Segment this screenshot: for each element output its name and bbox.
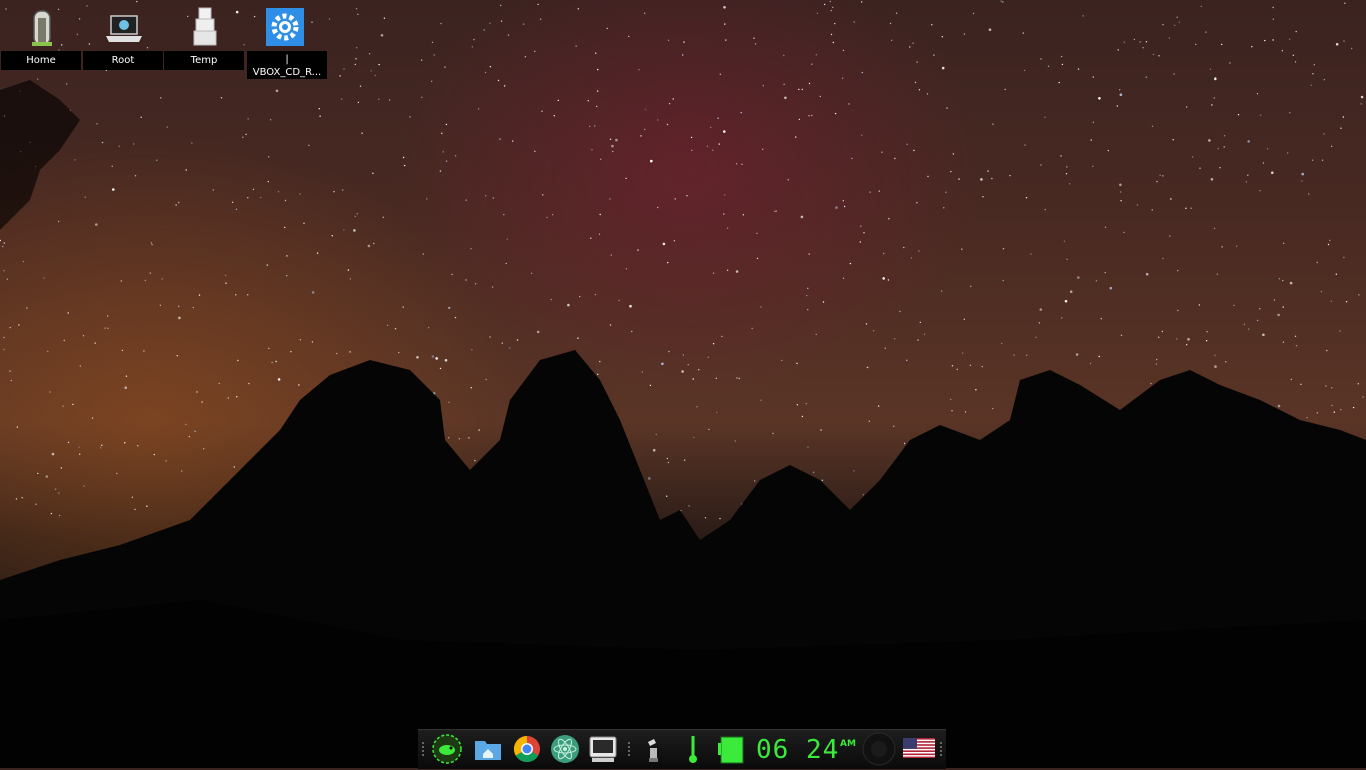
usb-plug-icon	[648, 739, 658, 762]
files-launcher[interactable]	[473, 734, 503, 764]
gear-settings-icon	[266, 8, 304, 46]
desktop-icon-label: Home	[1, 51, 81, 70]
stacked-boxes-icon	[193, 7, 217, 46]
editor-launcher[interactable]	[550, 734, 580, 764]
opensuse-chameleon-icon	[432, 734, 462, 764]
wallpaper-tree-silhouette	[0, 80, 1366, 768]
temperature-tray[interactable]	[678, 734, 708, 764]
desktop-icon-vbox-cd[interactable]: | VBOX_CD_R...	[247, 0, 327, 79]
home-folder-icon	[475, 741, 501, 760]
clock-time[interactable]: 06 24	[756, 733, 839, 767]
terminal-launcher[interactable]	[588, 734, 618, 764]
monitor-terminal-icon	[589, 736, 617, 762]
taskbar-grip-left[interactable]	[422, 742, 426, 756]
battery-tray[interactable]	[716, 734, 746, 764]
desktop-icon-label: Root	[83, 51, 163, 70]
browser-launcher[interactable]	[512, 734, 542, 764]
taskbar-grip-right[interactable]	[940, 742, 944, 756]
battery-icon	[718, 736, 744, 764]
menu-button[interactable]	[432, 734, 462, 764]
desktop-icon-label: Temp	[164, 51, 244, 70]
laptop-drive-icon	[106, 15, 142, 42]
keyboard-layout-tray[interactable]	[903, 738, 935, 758]
us-flag-icon	[903, 738, 935, 758]
speaker-knob-icon	[862, 732, 896, 766]
desktop-icon-temp[interactable]: Temp	[164, 0, 244, 72]
usb-tray-button[interactable]	[638, 734, 668, 764]
clock-ampm: AM	[840, 739, 856, 749]
desktop-icon-home[interactable]: Home	[1, 0, 81, 72]
atom-icon	[551, 735, 579, 763]
desktop-icon-root[interactable]: Root	[83, 0, 163, 72]
volume-tray[interactable]	[862, 732, 896, 766]
desktop-icon-label: | VBOX_CD_R...	[247, 51, 327, 79]
taskbar-separator	[628, 742, 632, 756]
taskbar: 06 24 AM	[418, 729, 946, 769]
thermometer-icon	[689, 736, 697, 763]
chrome-icon	[513, 735, 540, 763]
home-door-icon	[32, 10, 52, 46]
